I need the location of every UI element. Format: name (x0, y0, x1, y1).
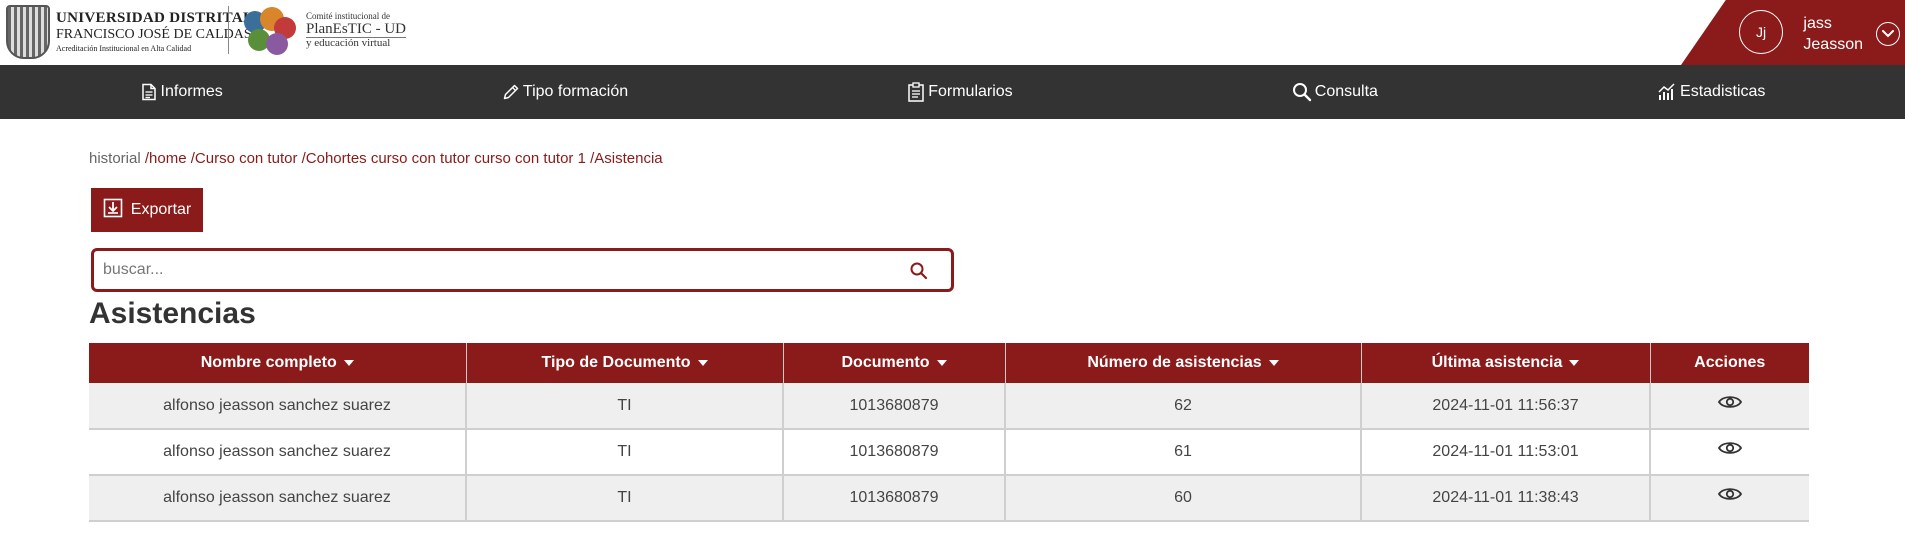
user-name[interactable]: jass Jeasson (1803, 13, 1863, 55)
page-title: Asistencias (89, 297, 256, 330)
main-nav: Informes Tipo formación Formularios Cons… (0, 65, 1905, 119)
planestic-name: PlanEsTIC - UD (306, 20, 406, 39)
nav-item-label: Estadisticas (1680, 83, 1766, 100)
table-row: alfonso jeasson sanchez suarez TI 101368… (89, 429, 1809, 476)
clipboard-icon (907, 82, 925, 102)
sort-down-icon (1268, 359, 1279, 366)
user-first-name: jass (1803, 15, 1832, 32)
cell-tipo-documento: TI (466, 383, 784, 430)
chart-icon (1657, 83, 1677, 101)
planestic-mark-icon (240, 5, 302, 57)
column-header-label: Nombre completo (200, 354, 337, 371)
user-menu: Jj jass Jeasson (1681, 0, 1905, 65)
university-crest-icon (6, 5, 50, 59)
attendance-table: Nombre completo Tipo de Documento Docume… (89, 343, 1809, 522)
cell-numero-asistencias: 61 (1005, 429, 1362, 476)
chevron-down-icon[interactable] (1876, 22, 1900, 46)
table-row: alfonso jeasson sanchez suarez TI 101368… (89, 475, 1809, 522)
breadcrumb-item-historial: historial (89, 150, 141, 167)
table-row: alfonso jeasson sanchez suarez TI 101368… (89, 383, 1809, 430)
university-name: UNIVERSIDAD DISTRITAL FRANCISCO JOSÉ DE … (56, 11, 253, 53)
nav-item-label: Informes (160, 83, 223, 100)
eye-icon[interactable] (1718, 394, 1742, 410)
eye-icon[interactable] (1718, 486, 1742, 502)
cell-nombre: alfonso jeasson sanchez suarez (89, 475, 467, 522)
nav-item-consulta[interactable]: Consulta (1292, 82, 1378, 102)
column-header-label: Última asistencia (1431, 354, 1563, 371)
cell-nombre: alfonso jeasson sanchez suarez (89, 429, 467, 476)
sort-down-icon (936, 359, 947, 366)
breadcrumb-item-home[interactable]: /home (145, 150, 187, 167)
column-header-label: Número de asistencias (1087, 354, 1262, 371)
app-header: UNIVERSIDAD DISTRITAL FRANCISCO JOSÉ DE … (0, 0, 1905, 65)
column-header-nombre[interactable]: Nombre completo (89, 343, 467, 383)
cell-documento: 1013680879 (783, 429, 1006, 476)
column-header-documento[interactable]: Documento (783, 343, 1006, 383)
breadcrumb-item-curso[interactable]: /Curso con tutor (191, 150, 298, 167)
search-box (91, 248, 954, 292)
planestic-text: Comité institucional de PlanEsTIC - UD y… (306, 11, 406, 50)
cell-nombre: alfonso jeasson sanchez suarez (89, 383, 467, 430)
cell-acciones (1650, 383, 1809, 430)
table-header-row: Nombre completo Tipo de Documento Docume… (89, 343, 1809, 383)
sort-down-icon (343, 359, 354, 366)
column-header-tipo-documento[interactable]: Tipo de Documento (466, 343, 784, 383)
column-header-label: Documento (841, 354, 930, 371)
search-icon (1292, 82, 1312, 102)
breadcrumb: historial /home /Curso con tutor /Cohort… (89, 150, 663, 167)
university-name-line2: FRANCISCO JOSÉ DE CALDAS (56, 27, 252, 42)
cell-documento: 1013680879 (783, 383, 1006, 430)
avatar-initials: Jj (1755, 24, 1767, 40)
cell-ultima-asistencia: 2024-11-01 11:38:43 (1361, 475, 1651, 522)
sort-down-icon (697, 359, 708, 366)
cell-acciones (1650, 475, 1809, 522)
column-header-ultima-asistencia[interactable]: Última asistencia (1361, 343, 1651, 383)
export-button[interactable]: Exportar (91, 188, 203, 232)
breadcrumb-item-cohortes[interactable]: /Cohortes curso con tutor curso con tuto… (302, 150, 586, 167)
nav-item-tipo-formacion[interactable]: Tipo formación (502, 83, 628, 101)
document-icon (140, 83, 158, 101)
column-header-label: Tipo de Documento (541, 354, 691, 371)
breadcrumb-item-asistencia[interactable]: /Asistencia (590, 150, 663, 167)
download-icon (103, 198, 123, 223)
search-input[interactable] (103, 258, 883, 282)
avatar[interactable]: Jj (1739, 10, 1783, 54)
cell-tipo-documento: TI (466, 429, 784, 476)
logo-divider (228, 6, 229, 54)
user-last-name: Jeasson (1803, 36, 1863, 53)
cell-acciones (1650, 429, 1809, 476)
cell-tipo-documento: TI (466, 475, 784, 522)
pencil-icon (502, 83, 520, 101)
university-logo[interactable]: UNIVERSIDAD DISTRITAL FRANCISCO JOSÉ DE … (6, 4, 253, 60)
university-name-line1: UNIVERSIDAD DISTRITAL (56, 10, 254, 26)
nav-item-estadisticas[interactable]: Estadisticas (1657, 83, 1765, 101)
cell-ultima-asistencia: 2024-11-01 11:53:01 (1361, 429, 1651, 476)
nav-item-informes[interactable]: Informes (140, 83, 223, 101)
column-header-acciones: Acciones (1650, 343, 1809, 383)
eye-icon[interactable] (1718, 440, 1742, 456)
nav-item-formularios[interactable]: Formularios (907, 82, 1013, 102)
cell-numero-asistencias: 60 (1005, 475, 1362, 522)
column-header-numero-asistencias[interactable]: Número de asistencias (1005, 343, 1362, 383)
column-header-label: Acciones (1694, 354, 1766, 371)
planestic-subtitle: y educación virtual (306, 37, 391, 50)
sort-down-icon (1569, 359, 1580, 366)
university-accreditation: Acreditación Institucional en Alta Calid… (56, 44, 192, 53)
cell-documento: 1013680879 (783, 475, 1006, 522)
cell-numero-asistencias: 62 (1005, 383, 1362, 430)
nav-item-label: Consulta (1314, 83, 1378, 100)
nav-item-label: Tipo formación (522, 83, 629, 100)
planestic-logo[interactable]: Comité institucional de PlanEsTIC - UD y… (240, 4, 406, 58)
nav-item-label: Formularios (928, 83, 1013, 100)
cell-ultima-asistencia: 2024-11-01 11:56:37 (1361, 383, 1651, 430)
export-button-label: Exportar (130, 201, 192, 218)
search-icon[interactable] (907, 259, 931, 283)
